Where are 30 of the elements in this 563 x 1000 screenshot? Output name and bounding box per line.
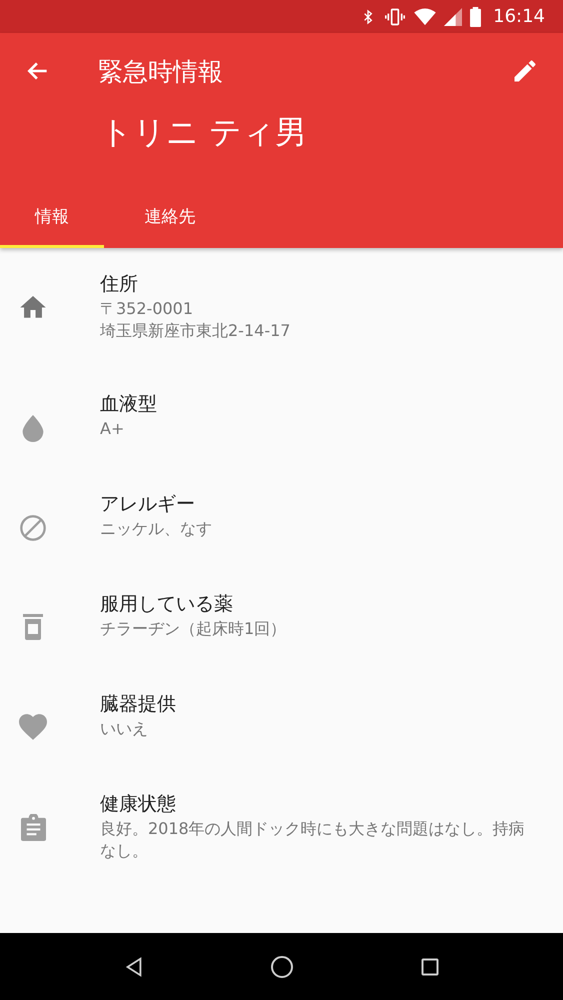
item-value: 〒352-0001 <box>100 298 194 320</box>
item-value: A+ <box>100 418 126 440</box>
block-icon <box>19 514 47 542</box>
tab[interactable]: 連絡先 <box>104 182 236 248</box>
square-icon <box>420 956 440 976</box>
item-value: いいえ <box>100 718 149 740</box>
item-title: 住所 <box>100 272 139 297</box>
item-title: 血液型 <box>100 392 158 417</box>
item-value: 良好。2018年の人間ドック時にも大きな問題はなし。持病なし。 <box>100 818 526 862</box>
tab[interactable]: 情報 <box>0 182 104 248</box>
item-value: チラーヂン（起床時1回） <box>100 618 288 640</box>
heart-icon <box>19 714 47 740</box>
medicine-jar-icon <box>23 614 43 640</box>
wifi-icon <box>414 8 436 26</box>
clipboard-icon <box>20 814 46 841</box>
clock: 16:14 <box>493 6 545 27</box>
signal-icon <box>444 8 462 26</box>
home-icon <box>20 296 46 319</box>
item-value: 埼玉県新座市東北2-14-17 <box>100 320 292 342</box>
item-title: 臓器提供 <box>100 692 177 717</box>
drop-icon <box>21 414 45 442</box>
vibrate-icon <box>384 6 406 26</box>
circle-icon <box>270 954 294 978</box>
screen-title: 緊急時情報 <box>98 56 224 88</box>
item-title: アレルギー <box>100 492 196 517</box>
person-name: トリニ ティ男 <box>100 112 308 153</box>
item-title: 服用している薬 <box>100 592 234 617</box>
item-title: 健康状態 <box>100 792 177 817</box>
battery-icon <box>470 6 482 26</box>
item-value: ニッケル、なす <box>100 518 213 540</box>
